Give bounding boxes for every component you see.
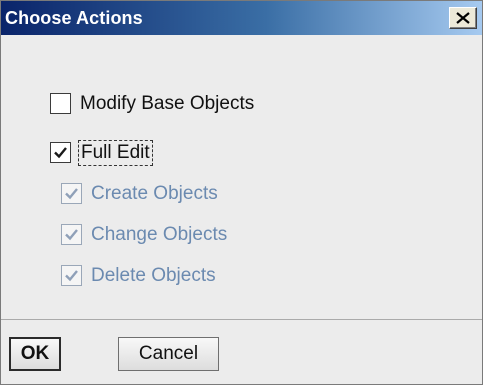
footer-divider xyxy=(1,319,482,320)
checkbox-delete-objects xyxy=(61,265,82,286)
checkbox-modify-base-objects[interactable] xyxy=(50,93,71,114)
option-label: Modify Base Objects xyxy=(80,93,255,114)
choose-actions-dialog: Choose Actions Modify Base Objects Full … xyxy=(0,0,483,385)
close-button[interactable] xyxy=(449,7,477,29)
checkbox-create-objects xyxy=(61,183,82,204)
checkbox-change-objects xyxy=(61,224,82,245)
checkbox-full-edit[interactable] xyxy=(50,142,71,163)
checkmark-icon xyxy=(65,229,78,241)
checkmark-icon xyxy=(65,188,78,200)
dialog-content: Modify Base Objects Full Edit Create Obj… xyxy=(1,35,482,320)
dialog-title: Choose Actions xyxy=(5,8,143,28)
title-bar[interactable]: Choose Actions xyxy=(1,1,482,35)
ok-button[interactable]: OK xyxy=(9,337,61,371)
checkmark-icon xyxy=(54,147,67,159)
option-label: Delete Objects xyxy=(91,265,216,286)
checkmark-icon xyxy=(65,270,78,282)
cancel-button[interactable]: Cancel xyxy=(118,337,219,371)
option-label: Create Objects xyxy=(91,183,218,204)
option-label: Change Objects xyxy=(91,224,228,245)
close-icon xyxy=(456,12,470,24)
option-label: Full Edit xyxy=(78,140,153,166)
